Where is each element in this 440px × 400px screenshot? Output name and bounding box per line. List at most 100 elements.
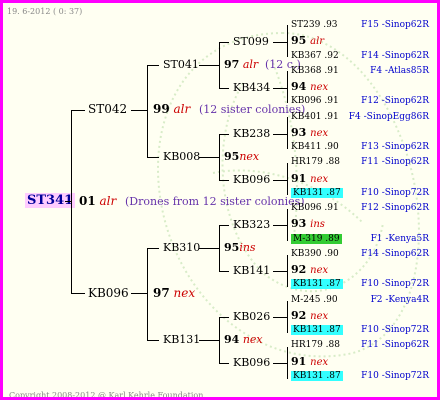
ancestor-node[interactable]: M-319 .89 bbox=[291, 233, 342, 246]
ancestor-score-label: 91 nex bbox=[291, 172, 329, 185]
node-kb238[interactable]: KB238 bbox=[233, 127, 270, 140]
print-date: 19. 6-2012 ( 0: 37) bbox=[7, 7, 83, 16]
ancestor-origin: F10 -Sinop72R bbox=[361, 187, 429, 198]
ancestor-origin: F10 -Sinop72R bbox=[361, 279, 429, 290]
node-kb434[interactable]: KB434 bbox=[233, 81, 270, 94]
ancestor-node[interactable]: HR179 .88 bbox=[291, 156, 340, 169]
ancestor-node[interactable]: KB131 .87 bbox=[291, 324, 343, 337]
ancestor-name: KB131 .87 bbox=[291, 325, 343, 335]
gen5-a-num: 97 bbox=[224, 58, 240, 71]
ancestor-node[interactable]: KB411 .90 bbox=[291, 141, 339, 154]
ancestor-name: KB390 .90 bbox=[291, 248, 339, 259]
ancestor-node[interactable]: KB131 .87 bbox=[291, 278, 343, 291]
ancestor-name: KB096 .91 bbox=[291, 203, 339, 213]
connector bbox=[65, 201, 72, 202]
connector bbox=[273, 271, 287, 272]
ancestor-score-race: nex bbox=[310, 310, 329, 322]
ancestor-score-num: 94 bbox=[291, 80, 311, 93]
ancestor-score-num: 91 bbox=[291, 354, 311, 368]
connector bbox=[287, 347, 288, 379]
node-kb008[interactable]: KB008 bbox=[163, 150, 200, 163]
ancestor-score-num: 92 bbox=[291, 308, 311, 322]
ancestor-origin: F1 -Kenya5R bbox=[370, 233, 429, 244]
gen5-d: 94 nex bbox=[224, 333, 263, 346]
ancestor-name: ST239 .93 bbox=[291, 20, 338, 30]
ancestor-score-num: 92 bbox=[291, 263, 311, 276]
gen5-d-num: 94 bbox=[224, 333, 240, 346]
connector bbox=[219, 225, 220, 271]
gen5-b-num: 95 bbox=[224, 150, 240, 163]
ancestor-node[interactable]: HR179 .88 bbox=[291, 339, 340, 352]
ancestor-node[interactable]: KB401 .91 bbox=[291, 111, 339, 124]
ancestor-node[interactable]: KB390 .90 bbox=[291, 248, 339, 261]
gen5-c: 95ins bbox=[224, 241, 256, 254]
gen5-b: 95nex bbox=[224, 150, 259, 163]
node-kb323[interactable]: KB323 bbox=[233, 218, 270, 231]
ancestor-origin: F15 -Sinop62R bbox=[361, 20, 429, 30]
ancestor-name: KB367 .92 bbox=[291, 50, 339, 61]
connector bbox=[147, 65, 148, 157]
gen3-a: 99 alr bbox=[153, 103, 190, 116]
node-kb096[interactable]: KB096 bbox=[88, 287, 129, 300]
node-st099[interactable]: ST099 bbox=[233, 35, 269, 48]
gen3-a-num: 99 bbox=[153, 102, 170, 116]
ancestor-score-label: 92 nex bbox=[291, 263, 328, 276]
ancestor-score: 92 nex bbox=[291, 263, 328, 278]
node-kb131[interactable]: KB131 bbox=[163, 333, 200, 346]
gen3-b-race: nex bbox=[173, 286, 196, 300]
node-kb026[interactable]: KB026 bbox=[233, 310, 270, 323]
node-kb141[interactable]: KB141 bbox=[233, 264, 270, 277]
connector bbox=[199, 340, 219, 341]
ancestor-name: KB368 .91 bbox=[291, 65, 339, 76]
connector bbox=[219, 271, 229, 272]
ancestor-score-race: ins bbox=[310, 219, 325, 231]
ancestor-name: M-245 .90 bbox=[291, 294, 338, 305]
connector bbox=[147, 340, 159, 341]
connector bbox=[147, 248, 148, 340]
connector bbox=[273, 180, 287, 181]
connector bbox=[147, 65, 159, 66]
ancestor-name: KB131 .87 bbox=[291, 370, 343, 381]
gen3-a-race: alr bbox=[173, 102, 191, 116]
gen5-a: 97 alr bbox=[224, 58, 258, 71]
connector bbox=[287, 117, 288, 149]
node-st041[interactable]: ST041 bbox=[163, 58, 199, 71]
ancestor-score: 93 nex bbox=[291, 126, 328, 141]
node-kb310[interactable]: KB310 bbox=[163, 241, 200, 254]
node-kb096-a[interactable]: KB096 bbox=[233, 173, 270, 186]
node-kb096-b[interactable]: KB096 bbox=[233, 356, 270, 369]
ancestor-name: M-319 .89 bbox=[291, 233, 342, 244]
ancestor-score-race: nex bbox=[310, 173, 329, 185]
ancestor-node[interactable]: KB096 .91 bbox=[291, 95, 339, 108]
connector bbox=[131, 110, 147, 111]
connector bbox=[273, 225, 287, 226]
root-race: alr bbox=[99, 194, 117, 208]
ancestor-origin: F10 -Sinop72R bbox=[361, 325, 429, 335]
ancestor-score: 93 ins bbox=[291, 217, 325, 232]
ancestor-score-label: 91 nex bbox=[291, 354, 328, 368]
ancestor-score-num: 93 bbox=[291, 125, 311, 139]
ancestor-node[interactable]: KB131 .87 bbox=[291, 187, 343, 200]
connector bbox=[147, 157, 159, 158]
ancestor-score: 92 nex bbox=[291, 309, 328, 324]
ancestor-score-race: nex bbox=[310, 127, 329, 139]
connector bbox=[71, 293, 85, 294]
connector bbox=[219, 42, 229, 43]
ancestor-origin: F12 -Sinop62R bbox=[361, 96, 429, 107]
ancestor-node[interactable]: M-245 .90 bbox=[291, 294, 338, 307]
ancestor-origin: F14 -Sinop62R bbox=[361, 50, 429, 61]
ancestor-score-label: 92 nex bbox=[291, 308, 329, 322]
ancestor-name: KB131 .87 bbox=[291, 279, 343, 290]
ancestor-origin: F12 -Sinop62R bbox=[361, 203, 429, 213]
ancestor-node[interactable]: KB131 .87 bbox=[291, 370, 343, 383]
ancestor-node[interactable]: ST239 .93 bbox=[291, 19, 338, 32]
node-st042[interactable]: ST042 bbox=[88, 103, 127, 116]
ancestor-node[interactable]: KB367 .92 bbox=[291, 50, 339, 63]
ancestor-node[interactable]: KB368 .91 bbox=[291, 65, 339, 78]
root-note: (Drones from 12 sister colonies) bbox=[125, 195, 305, 208]
connector bbox=[273, 88, 287, 89]
copyright: Copyright 2008-2012 @ Karl Kehrle Founda… bbox=[9, 391, 206, 400]
gen5-a-race: alr bbox=[242, 58, 259, 71]
ancestor-origin: F11 -Sinop62R bbox=[361, 157, 429, 168]
ancestor-node[interactable]: KB096 .91 bbox=[291, 202, 339, 215]
